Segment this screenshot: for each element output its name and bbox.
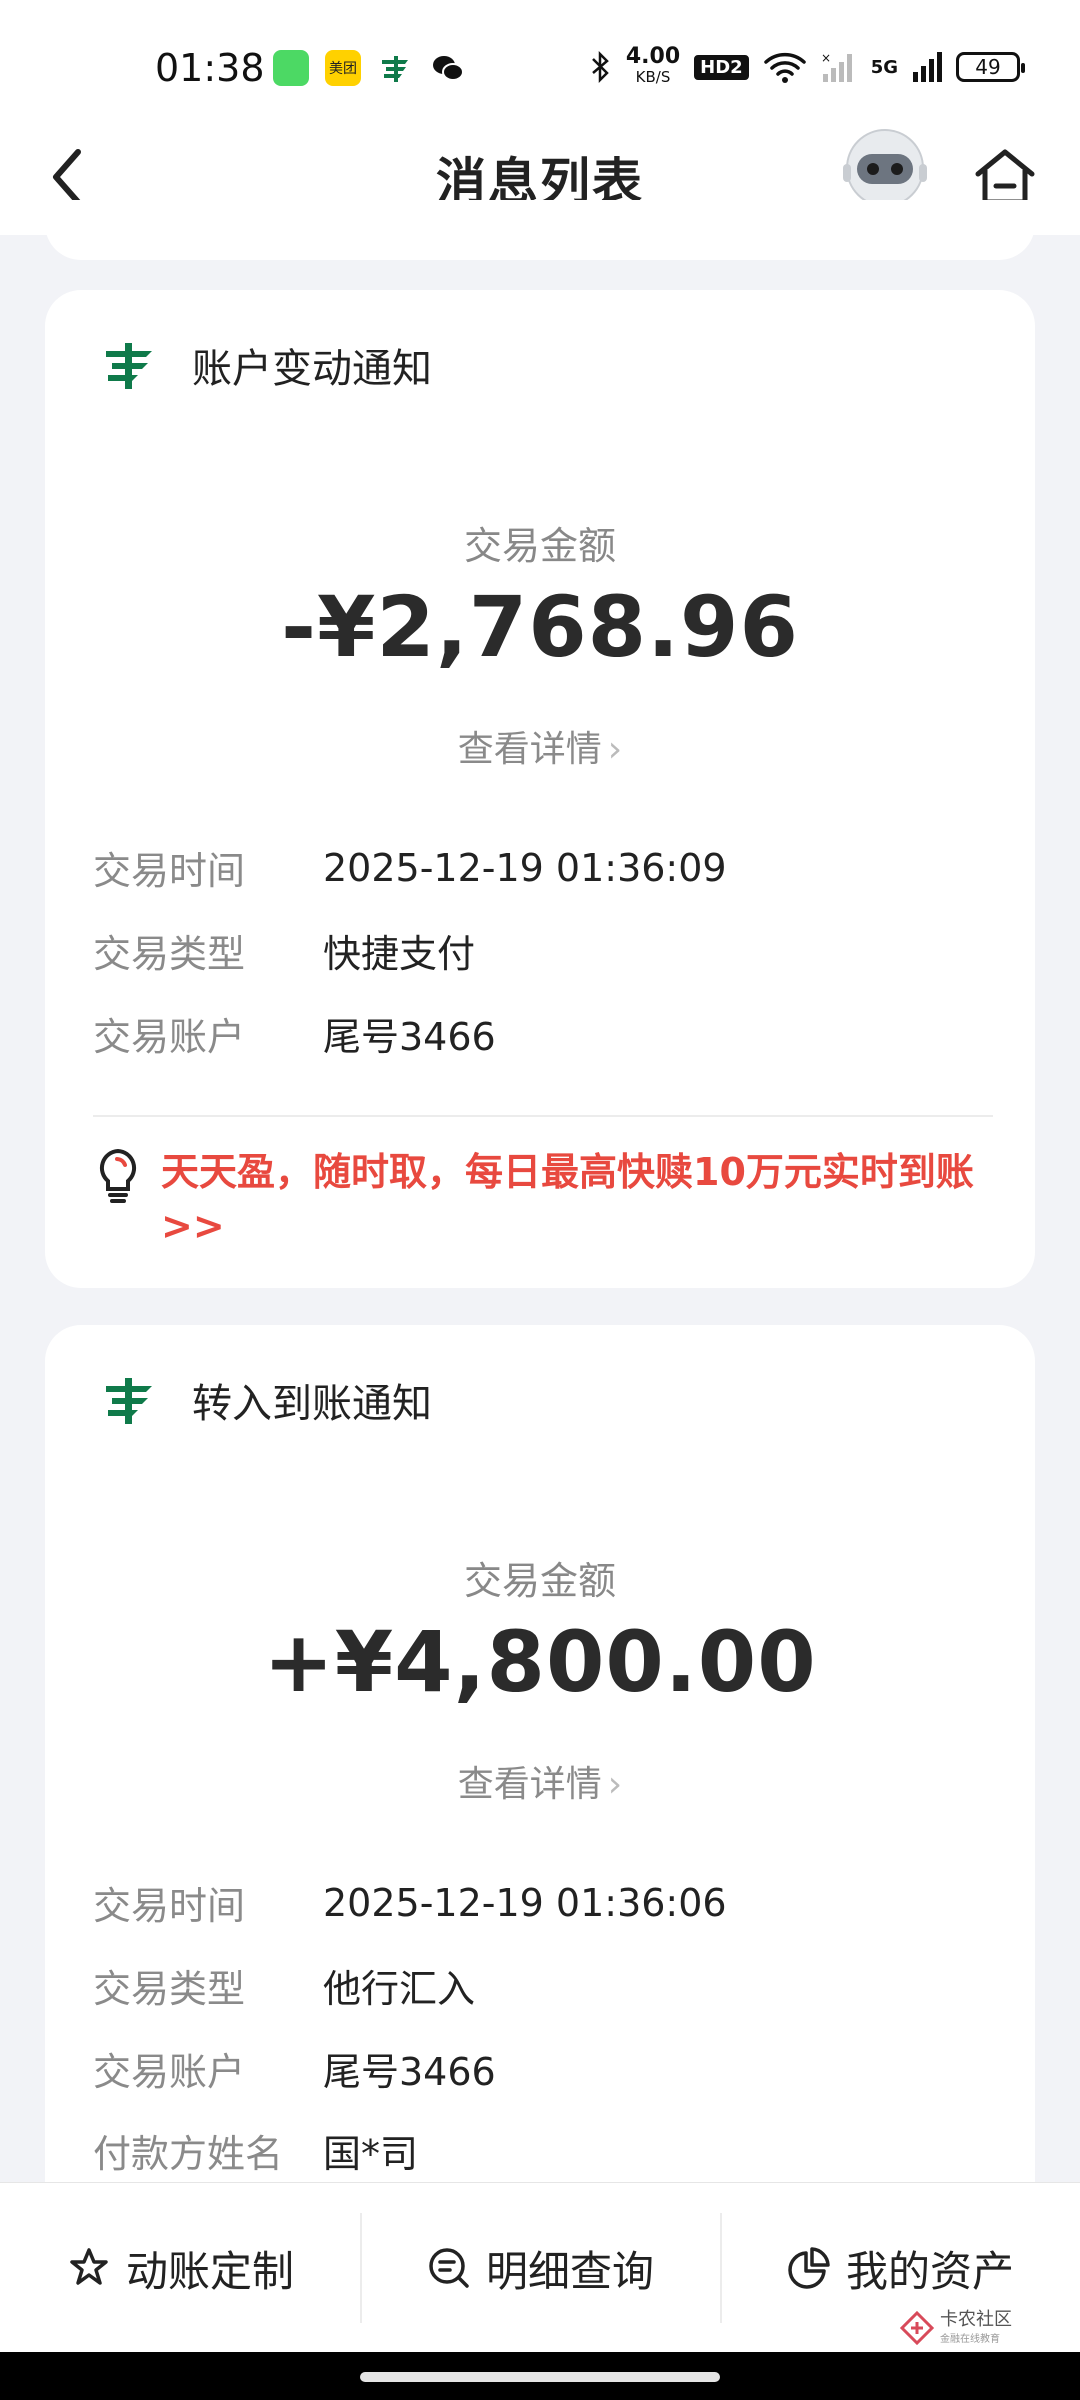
status-indicators: 4.00 KB/S HD2 × 5G 49 <box>590 42 1025 92</box>
wifi-icon <box>763 52 806 83</box>
search-list-icon <box>429 2248 469 2288</box>
network-type: 5G <box>870 56 898 78</box>
status-bar: 01:38 美团 4.00 KB/S HD2 × 5G 49 <box>0 0 1080 120</box>
net-speed: 4.00 KB/S <box>625 44 681 87</box>
amount-label: 交易金额 <box>463 524 616 568</box>
watermark-logo-icon <box>900 2310 934 2345</box>
postal-bank-logo-icon <box>106 1378 152 1424</box>
promo-text: 天天盈，随时取，每日最高快赎10万元实时到账>> <box>161 1150 974 1248</box>
postal-bank-logo-icon <box>106 343 152 389</box>
view-details-link[interactable]: 查看详情 › <box>45 720 1035 772</box>
detail-row-time: 交易时间 2025-12-19 01:36:09 <box>93 845 727 894</box>
detail-row-time: 交易时间 2025-12-19 01:36:06 <box>93 1880 727 1929</box>
watermark: 卡农社区 金融在线教育 <box>900 2310 1012 2345</box>
signal-off-icon: × <box>821 51 852 82</box>
detail-row-payer: 付款方姓名 国*司 <box>93 2132 419 2176</box>
message-card[interactable]: 转入到账通知 交易金额 +¥4,800.00 查看详情 › 交易时间 2025-1… <box>45 1325 1035 2225</box>
chevron-right-icon: › <box>607 729 623 770</box>
amount-value: -¥2,768.96 <box>281 578 799 676</box>
pie-chart-icon <box>788 2247 830 2289</box>
previous-message-card <box>45 200 1035 260</box>
tab-label: 动账定制 <box>125 2246 294 2296</box>
messages-icon <box>273 50 309 86</box>
meituan-icon: 美团 <box>325 50 361 86</box>
detail-row-account: 交易账户 尾号3466 <box>93 1015 496 1059</box>
tab-account-alerts[interactable]: 动账定制 <box>0 2183 360 2353</box>
lightbulb-icon <box>99 1148 137 1203</box>
view-details-link[interactable]: 查看详情 › <box>45 1755 1035 1807</box>
amount-value: +¥4,800.00 <box>263 1613 817 1711</box>
detail-row-account: 交易账户 尾号3466 <box>93 2050 496 2094</box>
system-nav-bar <box>0 2352 1080 2400</box>
star-outline-icon <box>70 2248 108 2285</box>
promo-banner[interactable]: 天天盈，随时取，每日最高快赎10万元实时到账>> <box>93 1145 993 1253</box>
home-gesture-handle[interactable] <box>360 2372 720 2382</box>
hd-badge: HD2 <box>694 54 749 80</box>
wechat-icon <box>430 50 466 86</box>
detail-row-type: 交易类型 快捷支付 <box>93 932 476 976</box>
detail-row-type: 交易类型 他行汇入 <box>93 1967 476 2011</box>
card-header: 账户变动通知 <box>100 335 432 395</box>
postal-icon <box>378 50 414 86</box>
tab-label: 我的资产 <box>845 2246 1014 2296</box>
card-header: 转入到账通知 <box>100 1370 432 1430</box>
svg-text:×: × <box>821 51 831 65</box>
signal-icon <box>913 52 942 82</box>
amount-label: 交易金额 <box>463 1559 616 1603</box>
battery-icon: 49 <box>956 52 1025 82</box>
divider <box>93 1115 993 1117</box>
chevron-right-icon: › <box>607 1764 623 1805</box>
tab-label: 明细查询 <box>485 2246 654 2296</box>
card-title: 转入到账通知 <box>192 1381 432 1427</box>
message-card[interactable]: 账户变动通知 交易金额 -¥2,768.96 查看详情 › 交易时间 2025-1… <box>45 290 1035 1288</box>
tab-detail-query[interactable]: 明细查询 <box>360 2183 720 2353</box>
status-time: 01:38 <box>155 46 265 90</box>
bluetooth-icon <box>591 50 609 84</box>
card-title: 账户变动通知 <box>192 346 432 392</box>
